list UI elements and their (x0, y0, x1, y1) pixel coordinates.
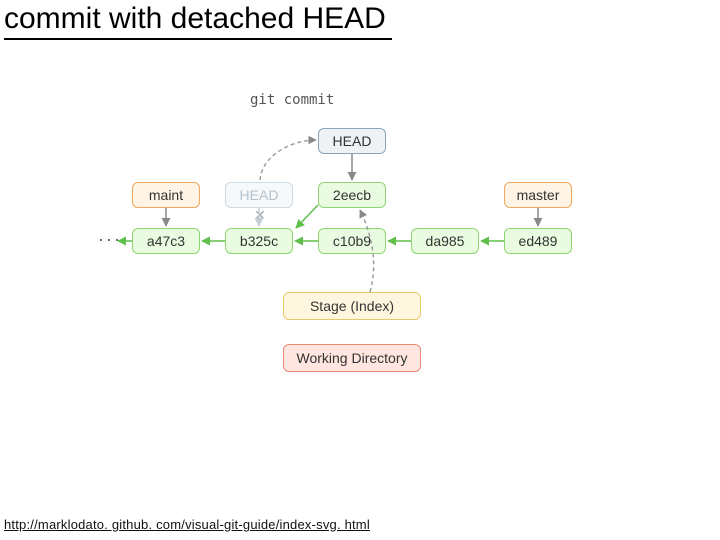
head-new-label: HEAD (333, 133, 372, 149)
commit-ed489: ed489 (504, 228, 572, 254)
commit-ed489-label: ed489 (519, 233, 558, 249)
head-old-box: HEAD (225, 182, 293, 208)
slide-title: commit with detached HEAD (4, 2, 392, 40)
commit-da985-label: da985 (426, 233, 465, 249)
working-directory-box: Working Directory (283, 344, 421, 372)
ellipsis-icon: ··· (98, 229, 122, 250)
head-old-label: HEAD (240, 187, 279, 203)
working-directory-label: Working Directory (297, 350, 408, 366)
arrows-layer (0, 0, 720, 540)
branch-maint: maint (132, 182, 200, 208)
commit-a47c3: a47c3 (132, 228, 200, 254)
commit-new-label: 2eecb (333, 187, 371, 203)
stage-box: Stage (Index) (283, 292, 421, 320)
commit-c10b9-label: c10b9 (333, 233, 371, 249)
stage-label: Stage (Index) (310, 298, 394, 314)
head-old-x-icon: ✕ (254, 207, 266, 224)
commit-b325c: b325c (225, 228, 293, 254)
commit-da985: da985 (411, 228, 479, 254)
commit-new: 2eecb (318, 182, 386, 208)
branch-master-label: master (517, 187, 560, 203)
head-new-box: HEAD (318, 128, 386, 154)
git-command-label: git commit (250, 92, 334, 108)
commit-b325c-label: b325c (240, 233, 278, 249)
commit-c10b9: c10b9 (318, 228, 386, 254)
branch-master: master (504, 182, 572, 208)
commit-a47c3-label: a47c3 (147, 233, 185, 249)
footer-link[interactable]: http://marklodato. github. com/visual-gi… (4, 517, 370, 532)
branch-maint-label: maint (149, 187, 183, 203)
